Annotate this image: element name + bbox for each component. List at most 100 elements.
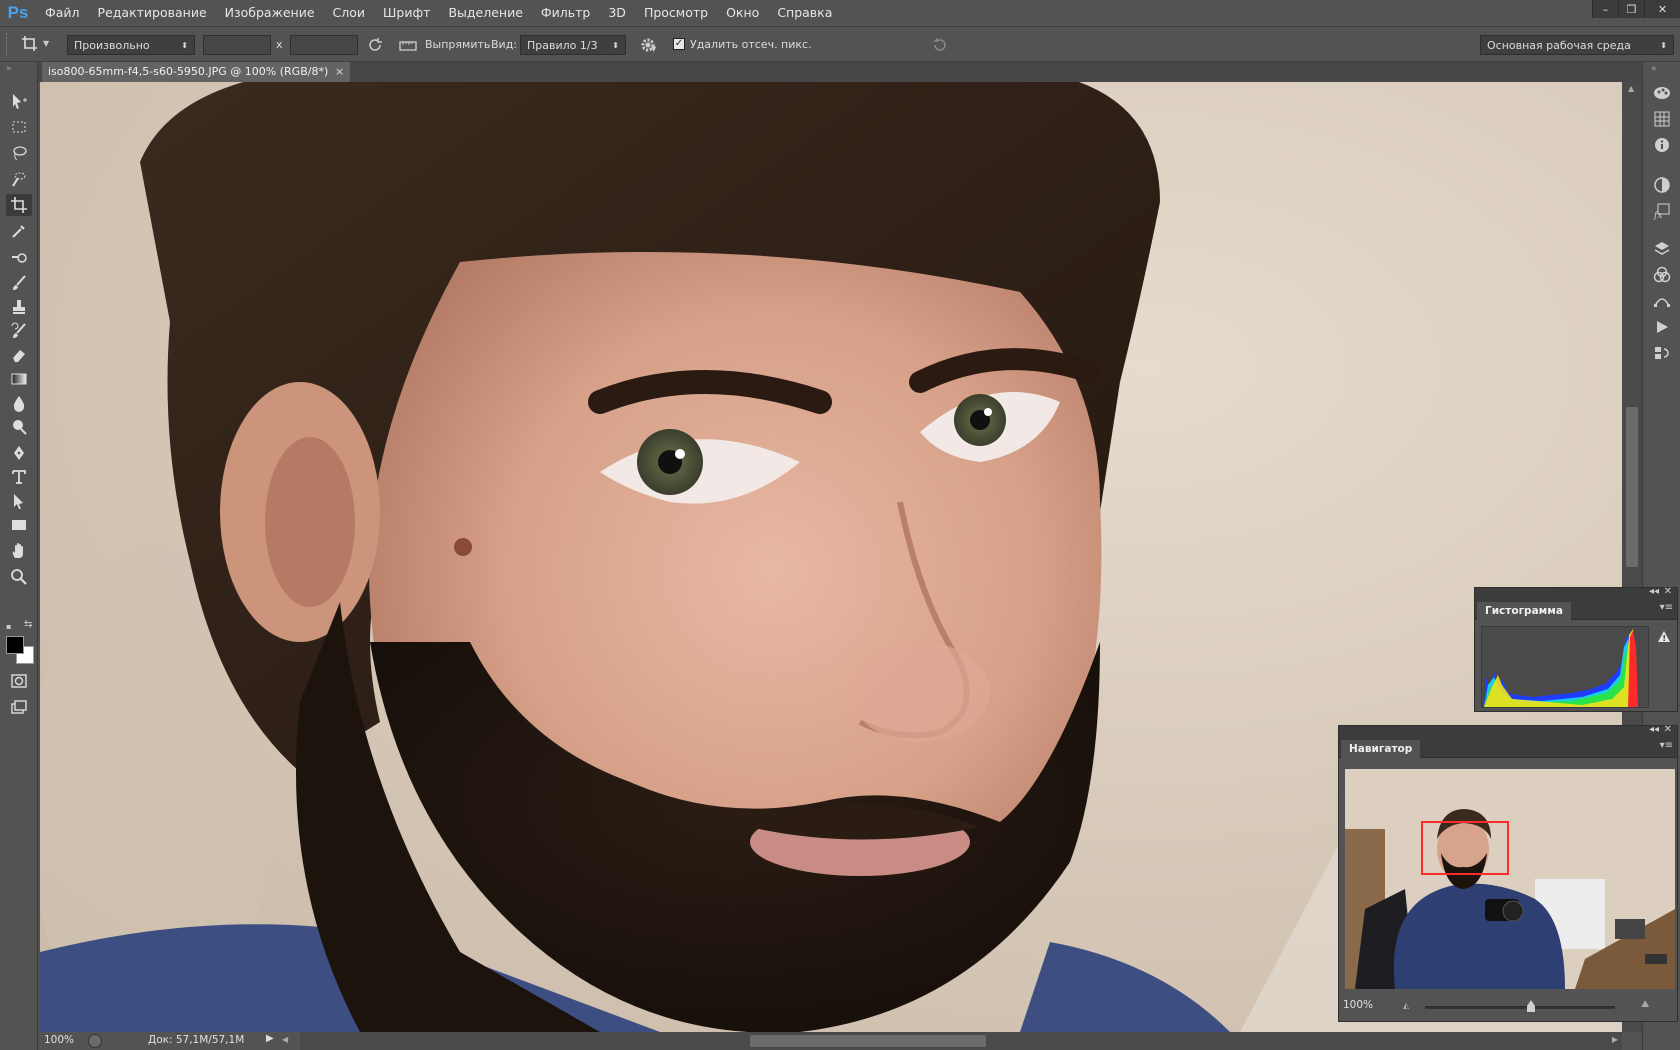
history-brush-tool-icon[interactable] (6, 320, 32, 342)
lasso-tool-icon[interactable] (6, 142, 32, 164)
status-menu-arrow-icon[interactable]: ▶ (266, 1033, 274, 1044)
menu-3d[interactable]: 3D (599, 0, 635, 26)
menu-help[interactable]: Справка (768, 0, 841, 26)
type-tool-icon[interactable] (6, 466, 32, 488)
zoom-out-icon[interactable]: ◭ (1403, 1001, 1409, 1010)
workspace-select[interactable]: Основная рабочая среда ⬍ (1480, 35, 1674, 55)
horizontal-scroll-thumb[interactable] (750, 1035, 986, 1047)
delete-cropped-label[interactable]: Удалить отсеч. пикс. (690, 38, 812, 51)
expand-panels-icon[interactable]: « (1651, 64, 1657, 74)
straighten-label[interactable]: Выпрямить (425, 38, 490, 51)
default-colors-icon[interactable]: ▪ (6, 622, 11, 631)
view-label: Вид: (491, 38, 518, 51)
actions-play-icon[interactable] (1651, 316, 1673, 338)
crop-tool-icon[interactable] (6, 194, 32, 216)
navigator-view-box[interactable] (1421, 821, 1509, 875)
navigator-zoom-field[interactable]: 100% (1343, 999, 1373, 1011)
collapse-panel-icon[interactable]: ◂◂ (1649, 586, 1659, 597)
panel-menu-icon[interactable]: ▾≡ (1660, 602, 1673, 613)
gear-dropdown-arrow-icon[interactable]: ▼ (651, 45, 656, 53)
move-tool-icon[interactable] (6, 90, 32, 112)
clone-stamp-tool-icon[interactable] (6, 296, 32, 318)
preset-dropdown-arrow-icon[interactable]: ▼ (43, 39, 49, 48)
histogram-panel-header: ◂◂ ✕ (1475, 586, 1677, 600)
status-share-icon[interactable] (88, 1034, 102, 1048)
panel-menu-icon[interactable]: ▾≡ (1660, 740, 1673, 751)
navigator-thumbnail[interactable] (1345, 769, 1675, 989)
scroll-up-arrow-icon[interactable]: ▲ (1628, 84, 1634, 93)
menu-image[interactable]: Изображение (216, 0, 324, 26)
styles-fx-icon[interactable]: fx (1651, 200, 1673, 222)
channels-icon[interactable] (1651, 264, 1673, 286)
rectangle-tool-icon[interactable] (6, 514, 32, 536)
scroll-left-arrow-icon[interactable]: ◀ (282, 1035, 288, 1044)
marquee-tool-icon[interactable] (6, 116, 32, 138)
healing-brush-tool-icon[interactable] (6, 246, 32, 268)
swatches-grid-icon[interactable] (1651, 108, 1673, 130)
options-grip[interactable] (6, 33, 12, 55)
zoom-in-icon[interactable]: ⛰ (1641, 999, 1649, 1010)
foreground-color-swatch[interactable] (6, 636, 24, 654)
histogram-warning-icon[interactable]: ! (1657, 630, 1671, 643)
zoom-level-field[interactable]: 100% (44, 1034, 74, 1046)
info-icon[interactable] (1651, 134, 1673, 156)
straighten-icon[interactable] (398, 36, 418, 54)
collapse-panel-icon[interactable]: ◂◂ (1649, 724, 1659, 735)
reset-icon[interactable] (931, 36, 949, 54)
quick-selection-tool-icon[interactable] (6, 168, 32, 190)
quick-mask-icon[interactable] (6, 670, 32, 692)
restore-button[interactable]: ❐ (1618, 0, 1644, 18)
brush-tool-icon[interactable] (6, 272, 32, 294)
ratio-select[interactable]: Произвольно ⬍ (67, 35, 195, 55)
menu-filter[interactable]: Фильтр (532, 0, 599, 26)
swap-colors-icon[interactable]: ⇆ (24, 619, 32, 630)
close-window-button[interactable]: ✕ (1644, 0, 1680, 18)
color-palette-icon[interactable] (1651, 82, 1673, 104)
vertical-scroll-thumb[interactable] (1626, 407, 1638, 567)
dodge-tool-icon[interactable] (6, 416, 32, 438)
menu-type[interactable]: Шрифт (374, 0, 439, 26)
screen-mode-icon[interactable] (6, 696, 32, 718)
close-panel-icon[interactable]: ✕ (1664, 724, 1672, 735)
document-tab[interactable]: iso800-65mm-f4,5-s60-5950.JPG @ 100% (RG… (42, 62, 351, 82)
zoom-slider-track[interactable] (1425, 1006, 1615, 1009)
photoshop-logo: Ps (7, 3, 29, 22)
close-document-icon[interactable]: × (335, 62, 344, 82)
layers-icon[interactable] (1651, 238, 1673, 260)
overlay-view-value: Правило 1/3 (527, 38, 598, 52)
adjustments-icon[interactable] (1651, 174, 1673, 196)
crop-tool-preset-icon[interactable] (20, 34, 40, 54)
path-selection-tool-icon[interactable] (6, 490, 32, 512)
menu-layers[interactable]: Слои (324, 0, 375, 26)
menu-select[interactable]: Выделение (439, 0, 531, 26)
navigator-preview-image (1345, 769, 1675, 989)
horizontal-scrollbar[interactable]: ▶ (300, 1032, 1622, 1050)
menu-file[interactable]: Файл (36, 0, 89, 26)
blur-tool-icon[interactable] (6, 392, 32, 414)
height-input[interactable] (290, 35, 358, 55)
paths-icon[interactable] (1651, 290, 1673, 312)
tab-navigator[interactable]: Навигатор (1341, 740, 1421, 758)
eyedropper-tool-icon[interactable] (6, 220, 32, 242)
menu-window[interactable]: Окно (717, 0, 768, 26)
gradient-tool-icon[interactable] (6, 368, 32, 390)
close-panel-icon[interactable]: ✕ (1664, 586, 1672, 597)
minimize-button[interactable]: – (1592, 0, 1618, 18)
history-icon[interactable] (1651, 342, 1673, 364)
select-arrows-icon: ⬍ (181, 40, 188, 50)
collapse-tools-icon[interactable]: » (6, 64, 12, 74)
swap-dimensions-icon[interactable] (366, 36, 384, 54)
hand-tool-icon[interactable] (6, 540, 32, 562)
scroll-right-arrow-icon[interactable]: ▶ (1612, 1035, 1618, 1044)
tools-panel: » ▪ ⇆ (0, 62, 38, 1050)
eraser-tool-icon[interactable] (6, 344, 32, 366)
zoom-tool-icon[interactable] (6, 566, 32, 588)
menu-view[interactable]: Просмотр (635, 0, 717, 26)
menu-edit[interactable]: Редактирование (89, 0, 216, 26)
tab-histogram[interactable]: Гистограмма (1477, 602, 1571, 620)
delete-cropped-checkbox[interactable]: ✓ (673, 38, 685, 50)
width-input[interactable] (203, 35, 271, 55)
pen-tool-icon[interactable] (6, 442, 32, 464)
zoom-slider-thumb[interactable] (1527, 1000, 1536, 1012)
overlay-view-select[interactable]: Правило 1/3 ⬍ (520, 35, 626, 55)
